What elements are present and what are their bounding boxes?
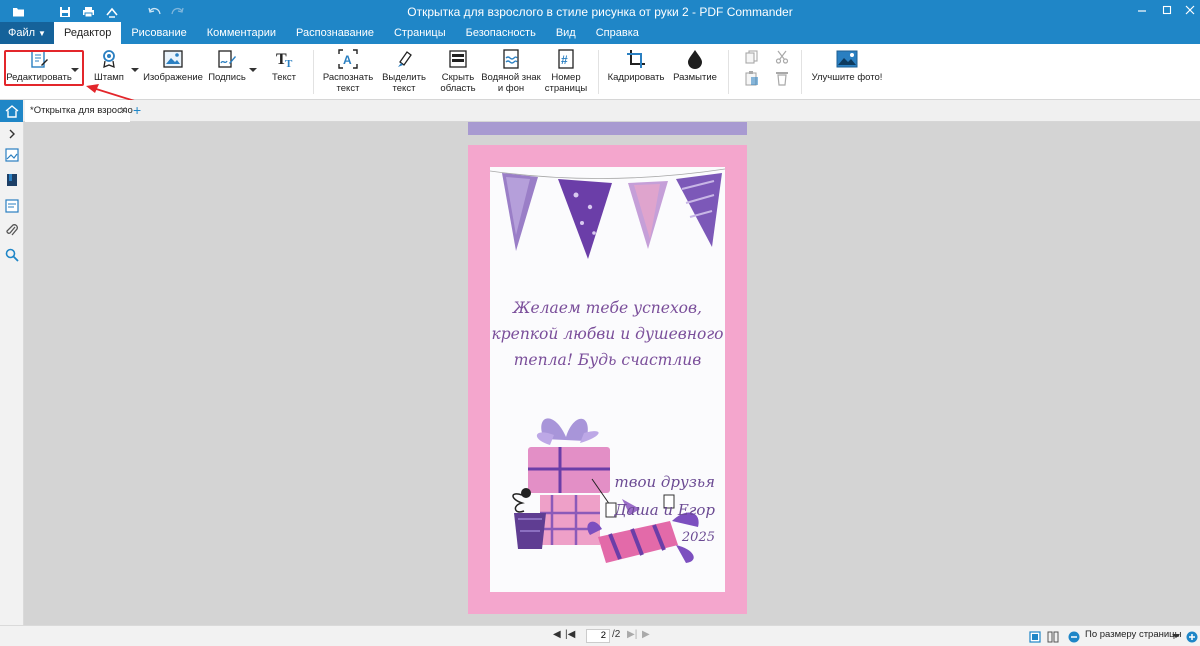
chevron-down-icon[interactable] (1172, 634, 1180, 638)
two-page-view-icon[interactable] (1047, 630, 1059, 646)
status-bar: ◀ |◀ 2 /2 ▶| ▶ По размеру страницы (0, 625, 1200, 646)
document-tab-strip: *Открытка для взросло ✕ + (0, 100, 1200, 122)
first-page-icon[interactable]: |◀ (565, 629, 575, 640)
zoom-in-icon[interactable] (1186, 630, 1198, 646)
close-tab-icon[interactable]: ✕ (119, 105, 127, 116)
add-tab-icon[interactable]: + (133, 102, 141, 118)
greeting-card: Желаем тебе успехов, крепкой любви и душ… (490, 167, 725, 592)
expand-sidebar-icon[interactable] (5, 127, 19, 141)
left-sidebar (0, 122, 24, 625)
zoom-select[interactable]: По размеру страницы (1085, 629, 1181, 640)
annotations-icon[interactable] (5, 199, 19, 213)
previous-page (468, 122, 747, 135)
card-wish-text: Желаем тебе успехов, крепкой любви и душ… (490, 295, 725, 373)
next-page-icon[interactable]: ▶ (642, 629, 650, 640)
wish-line-2: крепкой любви и душевного (491, 325, 724, 343)
page-thumbnails-icon[interactable] (5, 148, 19, 162)
bunting-illustration (490, 168, 725, 259)
current-page-input[interactable]: 2 (586, 629, 610, 643)
document-tab[interactable]: *Открытка для взросло ✕ (25, 100, 133, 122)
attachments-icon[interactable] (5, 223, 19, 237)
home-icon[interactable] (0, 100, 23, 122)
total-pages: /2 (612, 629, 621, 640)
zoom-out-icon[interactable] (1068, 630, 1080, 646)
single-page-view-icon[interactable] (1029, 630, 1041, 646)
signature-line-1: твои друзья (614, 473, 715, 491)
last-page-icon[interactable]: ▶| (627, 629, 637, 640)
document-viewport: Желаем тебе успехов, крепкой любви и душ… (24, 122, 1200, 625)
search-icon[interactable] (5, 248, 19, 262)
signature-line-2: Даша и Егор (614, 501, 715, 519)
wish-line-1: Желаем тебе успехов, (513, 299, 702, 317)
document-tab-title: *Открытка для взросло (30, 105, 133, 116)
previous-page-icon[interactable]: ◀ (553, 629, 561, 640)
pdf-page: Желаем тебе успехов, крепкой любви и душ… (468, 145, 747, 614)
bookmarks-icon[interactable] (5, 173, 19, 187)
wish-line-3: тепла! Будь счастлив (513, 351, 702, 369)
signature-year: 2025 (681, 530, 715, 545)
